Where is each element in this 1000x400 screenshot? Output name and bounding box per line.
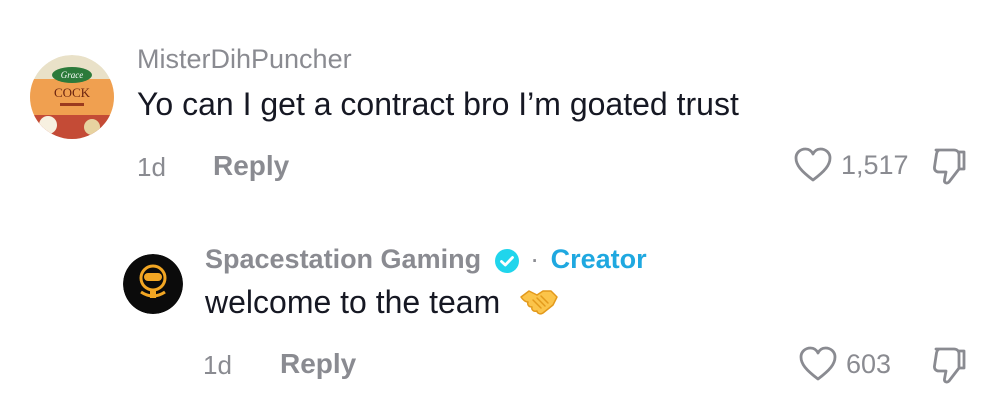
- creator-avatar[interactable]: [123, 254, 183, 314]
- comment-timestamp: 1d: [203, 350, 232, 380]
- comment-2: Spacestation Gaming · Creator welcome to…: [0, 210, 1000, 400]
- comment-timestamp: 1d: [137, 152, 166, 182]
- thumbs-down-icon: [933, 347, 966, 384]
- separator-dot: ·: [530, 244, 540, 274]
- dislike-button[interactable]: [930, 344, 968, 391]
- dislike-button[interactable]: [930, 145, 968, 192]
- comment-username[interactable]: MisterDihPuncher: [137, 44, 352, 75]
- comment-text-row: welcome to the team: [205, 284, 559, 325]
- handshake-emoji-icon: [519, 285, 559, 325]
- heart-icon: [799, 346, 837, 381]
- avatar-brand-text: Grace: [61, 70, 84, 80]
- verified-check-icon: [494, 248, 519, 273]
- like-count: 603: [846, 348, 892, 379]
- reply-button[interactable]: Reply: [280, 348, 356, 380]
- avatar-label-text: COCK: [54, 85, 91, 100]
- comment-username[interactable]: Spacestation Gaming: [205, 244, 481, 274]
- like-button[interactable]: 603: [798, 345, 891, 383]
- reply-button[interactable]: Reply: [213, 150, 289, 182]
- like-count: 1,517: [841, 149, 909, 180]
- like-button[interactable]: 1,517: [793, 146, 909, 184]
- verified-badge: [494, 248, 519, 273]
- comment-1: Grace COCK MisterDihPuncher Yo can I get…: [0, 0, 1000, 210]
- creator-label: Creator: [550, 244, 647, 274]
- thumbs-down-icon: [933, 148, 966, 185]
- creator-username-row: Spacestation Gaming · Creator: [205, 244, 647, 275]
- comment-text: welcome to the team: [205, 284, 501, 320]
- comment-text: Yo can I get a contract bro I’m goated t…: [137, 86, 739, 122]
- heart-icon: [794, 147, 832, 182]
- user-avatar[interactable]: Grace COCK: [30, 55, 114, 139]
